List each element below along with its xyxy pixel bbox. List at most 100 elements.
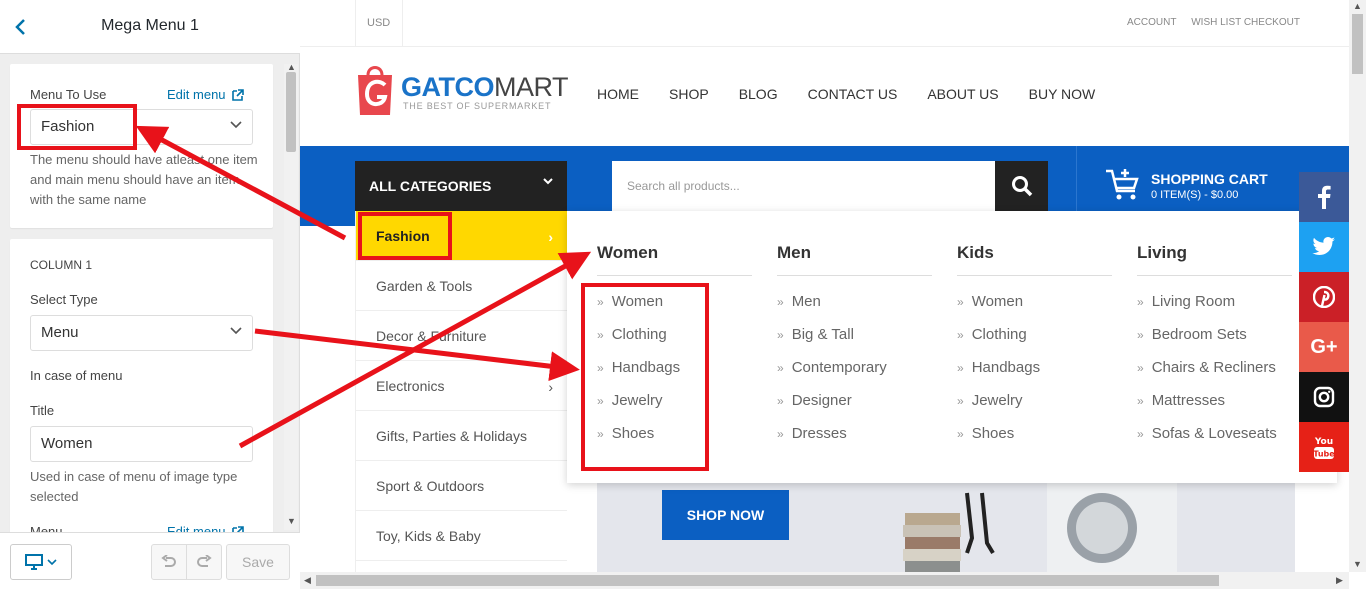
- mega-link-label: Living Room: [1151, 293, 1236, 310]
- cart-title: SHOPPING CART: [1151, 171, 1268, 187]
- mega-link[interactable]: » Mattresses: [1137, 384, 1292, 417]
- mega-link-label: Bedroom Sets: [1151, 326, 1247, 343]
- twitter-button[interactable]: [1299, 222, 1349, 272]
- category-item-toys[interactable]: Toy, Kids & Baby: [356, 511, 567, 561]
- mega-column-title[interactable]: Kids: [957, 243, 1112, 276]
- preview-vertical-scrollbar[interactable]: ▲ ▼: [1349, 0, 1366, 572]
- mega-link[interactable]: » Shoes: [957, 417, 1112, 450]
- main-navigation: HOME SHOP BLOG CONTACT US ABOUT US BUY N…: [597, 86, 1095, 102]
- instagram-button[interactable]: [1299, 372, 1349, 422]
- instagram-icon: [1313, 386, 1335, 408]
- preview-vertical-scrollbar-thumb[interactable]: [1352, 14, 1363, 74]
- nav-home[interactable]: HOME: [597, 86, 639, 102]
- image-help-text: Used in case of menu of image type selec…: [30, 469, 238, 504]
- mega-link[interactable]: » Contemporary: [777, 351, 932, 384]
- mega-link[interactable]: » Big & Tall: [777, 318, 932, 351]
- mega-link[interactable]: » Dresses: [777, 417, 932, 450]
- mega-link-label: Contemporary: [791, 359, 887, 376]
- mega-column-title[interactable]: Living: [1137, 243, 1292, 276]
- category-item-gifts[interactable]: Gifts, Parties & Holidays: [356, 411, 567, 461]
- scroll-left-arrow-icon[interactable]: ◀: [304, 575, 311, 586]
- mega-link-label: Clothing: [971, 326, 1027, 343]
- back-button[interactable]: [0, 0, 40, 54]
- double-chevron-icon: »: [957, 426, 964, 441]
- mega-link[interactable]: » Women: [957, 285, 1112, 318]
- mega-link[interactable]: » Jewelry: [957, 384, 1112, 417]
- double-chevron-icon: »: [1137, 360, 1144, 375]
- account-link[interactable]: ACCOUNT: [1127, 17, 1176, 28]
- pinterest-icon: [1313, 286, 1335, 308]
- mega-column-title[interactable]: Women: [597, 243, 752, 276]
- chevron-down-icon: [47, 558, 57, 565]
- shopping-bag-logo-icon: [358, 66, 392, 115]
- mega-link-label: Sofas & Loveseats: [1151, 425, 1277, 442]
- shop-now-button[interactable]: SHOP NOW: [662, 490, 789, 540]
- category-item-electronics[interactable]: Electronics ›: [356, 361, 567, 411]
- double-chevron-icon: »: [777, 294, 784, 309]
- nav-contact-us[interactable]: CONTACT US: [808, 86, 898, 102]
- panel-header: Mega Menu 1: [0, 0, 300, 54]
- scroll-up-arrow-icon[interactable]: ▲: [1353, 1, 1362, 11]
- edit-menu-link[interactable]: Edit menu: [167, 87, 244, 102]
- mega-link-label: Chairs & Recliners: [1151, 359, 1276, 376]
- mega-link[interactable]: » Men: [777, 285, 932, 318]
- category-item-sport[interactable]: Sport & Outdoors: [356, 461, 567, 511]
- scroll-down-arrow-icon[interactable]: ▼: [1353, 559, 1362, 569]
- search-button[interactable]: [995, 161, 1048, 211]
- category-item-garden[interactable]: Garden & Tools: [356, 261, 567, 311]
- search-input[interactable]: Search all products...: [612, 161, 995, 211]
- all-categories-button[interactable]: ALL CATEGORIES: [355, 161, 567, 211]
- undo-button[interactable]: [151, 544, 187, 580]
- nav-buy-now[interactable]: BUY NOW: [1029, 86, 1096, 102]
- category-item-decor[interactable]: Decor & Furniture: [356, 311, 567, 361]
- nav-shop[interactable]: SHOP: [669, 86, 709, 102]
- logo-text: GATCOMART: [401, 72, 569, 103]
- nav-about-us[interactable]: ABOUT US: [927, 86, 998, 102]
- currency-switcher[interactable]: USD: [355, 0, 403, 47]
- edit-menu-label-2: Edit menu: [167, 524, 226, 532]
- mega-link-label: Mattresses: [1151, 392, 1226, 409]
- mega-link[interactable]: » Chairs & Recliners: [1137, 351, 1292, 384]
- nav-blog[interactable]: BLOG: [739, 86, 778, 102]
- mega-column-title[interactable]: Men: [777, 243, 932, 276]
- google-plus-button[interactable]: G+: [1299, 322, 1349, 372]
- double-chevron-icon: »: [957, 360, 964, 375]
- preview-horizontal-scrollbar[interactable]: ◀ ▶: [300, 572, 1349, 589]
- panel-scrollbar-thumb[interactable]: [286, 72, 296, 152]
- category-label: Toy, Kids & Baby: [376, 528, 481, 544]
- preview-horizontal-scrollbar-thumb[interactable]: [316, 575, 1219, 586]
- mega-link[interactable]: » Handbags: [957, 351, 1112, 384]
- save-button[interactable]: Save: [226, 544, 290, 580]
- facebook-button[interactable]: [1299, 172, 1349, 222]
- select-type-select[interactable]: Menu: [30, 315, 253, 351]
- mega-link[interactable]: » Clothing: [957, 318, 1112, 351]
- logo-part1: GATCO: [401, 72, 495, 102]
- mega-column-kids: Kids » Women » Clothing » Handbags » Jewelry…: [957, 243, 1112, 450]
- scroll-up-arrow-icon[interactable]: ▲: [287, 62, 296, 72]
- top-bar: USD ACCOUNT WISH LIST CHECKOUT: [300, 0, 1350, 47]
- redo-button[interactable]: [186, 544, 222, 580]
- top-links: ACCOUNT WISH LIST CHECKOUT: [1127, 17, 1312, 28]
- category-list: Fashion › Garden & Tools Decor & Furnitur…: [355, 211, 567, 589]
- pinterest-button[interactable]: [1299, 272, 1349, 322]
- wishlist-checkout-link[interactable]: WISH LIST CHECKOUT: [1191, 17, 1300, 28]
- scroll-right-arrow-icon[interactable]: ▶: [1336, 575, 1343, 586]
- double-chevron-icon: »: [777, 360, 784, 375]
- category-label: Decor & Furniture: [376, 328, 487, 344]
- title-input[interactable]: Women: [30, 426, 253, 462]
- mega-link[interactable]: » Designer: [777, 384, 932, 417]
- youtube-button[interactable]: You Tube: [1299, 422, 1349, 472]
- search-icon: [1011, 176, 1032, 197]
- device-preview-button[interactable]: [10, 544, 72, 580]
- scroll-down-arrow-icon[interactable]: ▼: [287, 516, 296, 526]
- edit-menu-link-2[interactable]: Edit menu: [167, 524, 244, 532]
- mega-link[interactable]: » Living Room: [1137, 285, 1292, 318]
- mega-link[interactable]: » Bedroom Sets: [1137, 318, 1292, 351]
- store-logo[interactable]: GATCOMART THE BEST OF SUPERMARKET: [355, 63, 570, 119]
- logo-part2: MART: [494, 72, 569, 102]
- menu-help-text: The menu should have atleast one item an…: [30, 152, 258, 207]
- panel-scrollbar[interactable]: ▲ ▼: [284, 62, 298, 530]
- mega-link[interactable]: » Sofas & Loveseats: [1137, 417, 1292, 450]
- customizer-panel: Mega Menu 1 Menu To Use Edit menu Fashio…: [0, 0, 300, 589]
- mega-link-label: Big & Tall: [791, 326, 854, 343]
